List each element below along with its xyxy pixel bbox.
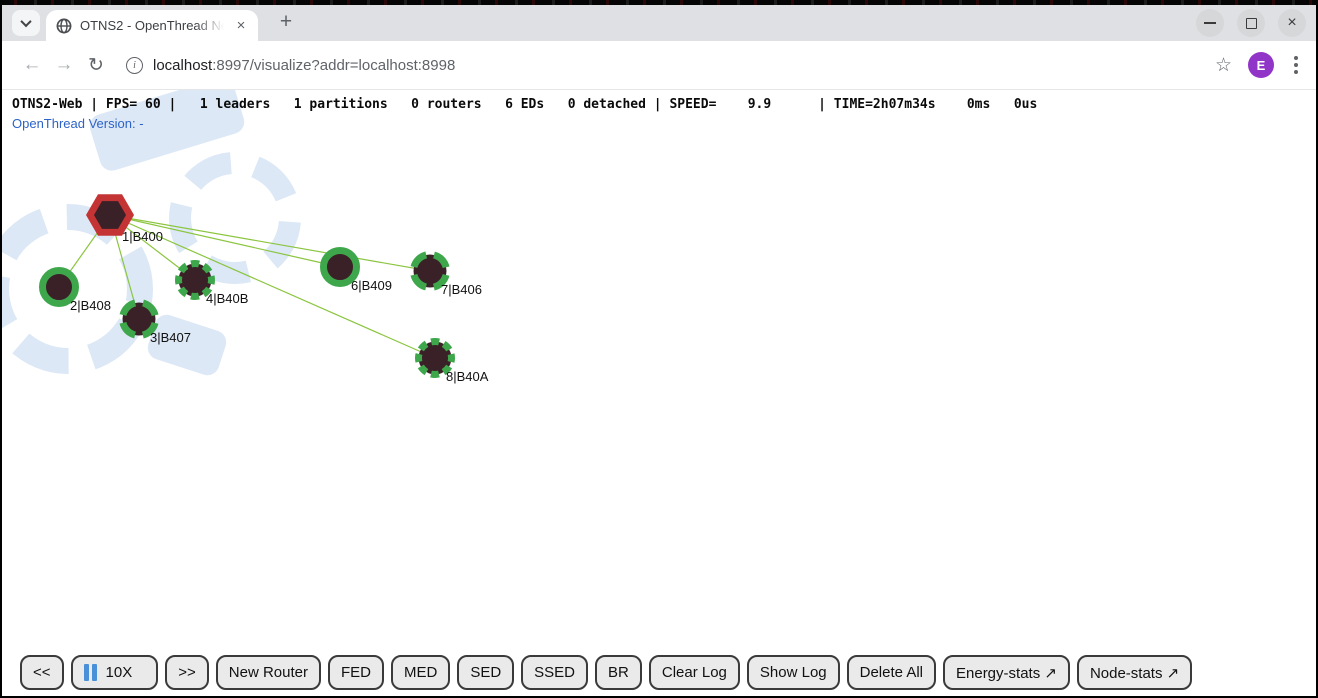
tab-title: OTNS2 - OpenThread Ne [80, 18, 224, 33]
forward-button[interactable]: → [48, 49, 80, 81]
rewind-button[interactable]: << [20, 655, 64, 690]
close-icon: × [1287, 15, 1296, 31]
minimize-button[interactable] [1196, 9, 1224, 37]
fed-button[interactable]: FED [328, 655, 384, 690]
browser-tab[interactable]: OTNS2 - OpenThread Ne × [46, 10, 258, 41]
sed-button[interactable]: SED [457, 655, 514, 690]
toolbar-button-label: >> [178, 664, 196, 681]
new-router-button[interactable]: New Router [216, 655, 321, 690]
energy-stats-button[interactable]: Energy-stats ↗ [943, 655, 1070, 690]
reload-button[interactable]: ↻ [80, 49, 112, 81]
minimize-icon [1204, 22, 1216, 24]
toolbar-button-label: Energy-stats ↗ [956, 664, 1057, 682]
toolbar-button-label: SSED [534, 664, 575, 681]
url-text[interactable]: localhost:8997/visualize?addr=localhost:… [153, 57, 455, 74]
toolbar-button-label: SED [470, 664, 501, 681]
graph-edges [2, 90, 1316, 696]
maximize-icon [1246, 18, 1257, 29]
toolbar-button-label: FED [341, 664, 371, 681]
browser-menu-icon[interactable] [1290, 52, 1302, 78]
toolbar-button-label: Node-stats ↗ [1090, 664, 1179, 682]
toolbar-button-label: Show Log [760, 664, 827, 681]
tab-search-button[interactable] [12, 10, 40, 36]
site-info-icon[interactable]: i [126, 57, 143, 74]
maximize-button[interactable] [1237, 9, 1265, 37]
toolbar-button-label: 10X [106, 664, 133, 681]
forward-speed-button[interactable]: >> [165, 655, 209, 690]
tab-strip: OTNS2 - OpenThread Ne × + × [2, 5, 1316, 41]
node-stats-button[interactable]: Node-stats ↗ [1077, 655, 1192, 690]
node-label: 4|B40B [206, 291, 248, 306]
bookmark-star-icon[interactable]: ☆ [1215, 54, 1232, 77]
delete-all-button[interactable]: Delete All [847, 655, 936, 690]
med-button[interactable]: MED [391, 655, 450, 690]
url-rest: :8997/visualize?addr=localhost:8998 [212, 57, 455, 74]
pause-speed-button[interactable]: 10X [71, 655, 159, 690]
openthread-version-link[interactable]: OpenThread Version: - [12, 116, 144, 131]
toolbar-button-label: MED [404, 664, 437, 681]
br-button[interactable]: BR [595, 655, 642, 690]
toolbar-button-label: BR [608, 664, 629, 681]
window-controls: × [1196, 9, 1316, 37]
node-label: 6|B409 [351, 278, 392, 293]
node-label: 2|B408 [70, 298, 111, 313]
pause-icon [84, 664, 97, 681]
browser-window: OTNS2 - OpenThread Ne × + × ← → ↻ i loca… [2, 5, 1316, 696]
close-button[interactable]: × [1278, 9, 1306, 37]
globe-icon [56, 18, 72, 34]
chevron-down-icon [20, 16, 31, 27]
bottom-toolbar: << 10X >> New Router FED MED SED SSED BR Clear Lo… [20, 655, 1192, 690]
tab-close-icon[interactable]: × [232, 17, 250, 35]
toolbar-button-label: Delete All [860, 664, 923, 681]
address-bar: ← → ↻ i localhost:8997/visualize?addr=lo… [2, 41, 1316, 90]
node-label: 8|B40A [446, 369, 488, 384]
back-button[interactable]: ← [16, 49, 48, 81]
status-bar-text: OTNS2-Web | FPS= 60 | 1 leaders 1 partit… [12, 97, 1037, 112]
network-canvas: OTNS2-Web | FPS= 60 | 1 leaders 1 partit… [2, 90, 1316, 696]
toolbar-button-label: New Router [229, 664, 308, 681]
node-label: 7|B406 [441, 282, 482, 297]
toolbar-button-label: << [33, 664, 51, 681]
show-log-button[interactable]: Show Log [747, 655, 840, 690]
profile-avatar[interactable]: E [1248, 52, 1274, 78]
node-label: 1|B400 [122, 229, 163, 244]
url-host: localhost [153, 57, 212, 74]
toolbar-button-label: Clear Log [662, 664, 727, 681]
new-tab-button[interactable]: + [272, 9, 300, 37]
clear-log-button[interactable]: Clear Log [649, 655, 740, 690]
node-label: 3|B407 [150, 330, 191, 345]
ssed-button[interactable]: SSED [521, 655, 588, 690]
address-bar-actions: ☆ E [1215, 52, 1302, 78]
